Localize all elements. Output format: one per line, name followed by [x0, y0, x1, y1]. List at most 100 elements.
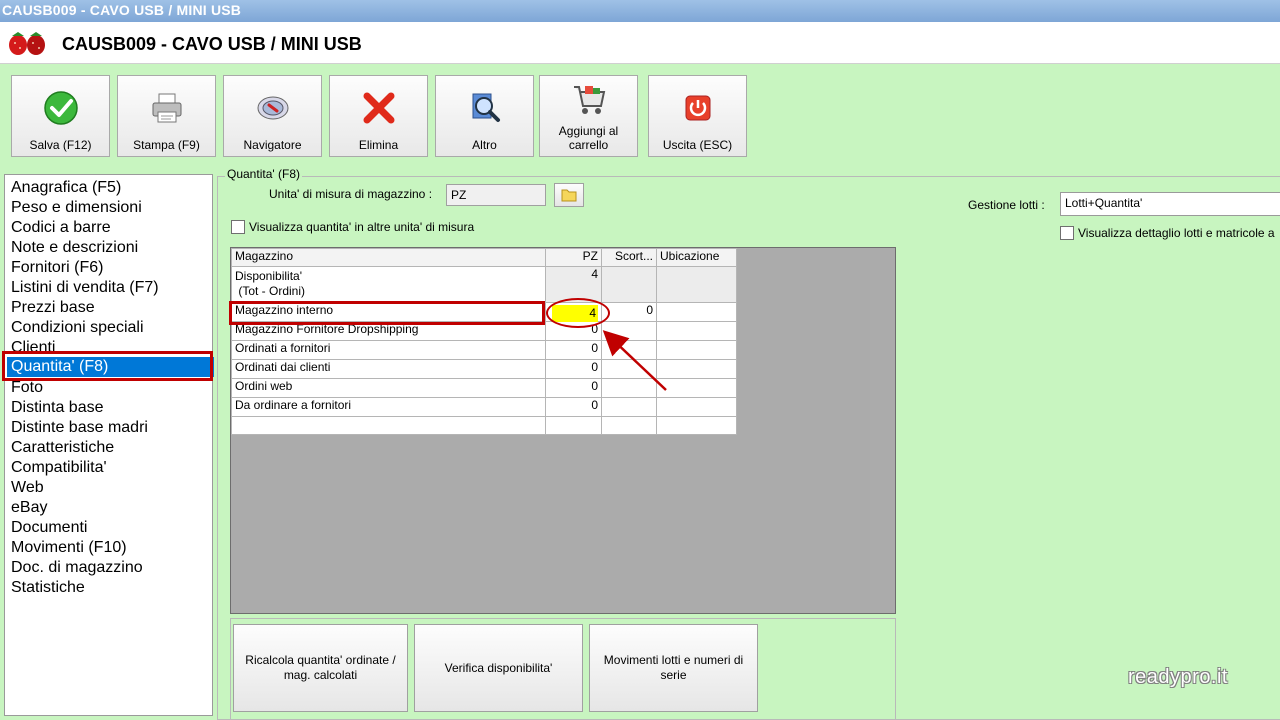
check-availability-button[interactable]: Verifica disponibilita': [414, 624, 583, 712]
row-qty: 0: [545, 378, 602, 398]
row-ubicazione: [656, 340, 737, 360]
empty-cell: [231, 416, 546, 435]
empty-cell: [656, 416, 737, 435]
group-title: Quantita' (F8): [225, 167, 302, 181]
check-icon: [43, 91, 78, 125]
row-ubicazione[interactable]: [656, 302, 737, 322]
add-to-cart-button-label: Aggiungi al carrello: [558, 124, 619, 152]
row-name: Ordinati dai clienti: [231, 359, 546, 379]
show-other-units-checkbox[interactable]: [231, 220, 245, 234]
delete-button[interactable]: Elimina: [329, 75, 428, 157]
compass-icon: [257, 96, 288, 120]
lot-movements-button[interactable]: Movimenti lotti e numeri di serie: [589, 624, 758, 712]
save-button[interactable]: Salva (F12): [11, 75, 110, 157]
other-button[interactable]: Altro: [435, 75, 534, 157]
grid-header-pz[interactable]: PZ: [545, 248, 602, 267]
row-scorta[interactable]: [601, 321, 657, 341]
recalculate-button[interactable]: Ricalcola quantita' ordinate / mag. calc…: [233, 624, 408, 712]
sidebar-item-doc-magazzino[interactable]: Doc. di magazzino: [11, 558, 143, 578]
highlight-oval: [546, 298, 610, 328]
print-button[interactable]: Stampa (F9): [117, 75, 216, 157]
show-lot-detail-checkbox[interactable]: [1060, 226, 1074, 240]
strawberry-logo-icon: [9, 32, 45, 55]
show-other-units-label: Visualizza quantita' in altre unita' di …: [249, 220, 475, 234]
unit-browse-button[interactable]: [554, 183, 584, 207]
row-name: Ordinati a fornitori: [231, 340, 546, 360]
highlight-row-box: [229, 301, 545, 325]
sidebar-item-distinta[interactable]: Distinta base: [11, 398, 104, 418]
table-row: Da ordinare a fornitori 0: [231, 397, 737, 417]
delete-x-icon: [363, 92, 394, 124]
sidebar-item-anagrafica[interactable]: Anagrafica (F5): [11, 178, 121, 198]
row-qty: 0: [545, 397, 602, 417]
row-name: Da ordinare a fornitori: [231, 397, 546, 417]
sidebar-item-distinte-madri[interactable]: Distinte base madri: [11, 418, 148, 438]
watermark: readypro.it: [1128, 666, 1228, 688]
sidebar-item-web[interactable]: Web: [11, 478, 44, 498]
sidebar-item-caratteristiche[interactable]: Caratteristiche: [11, 438, 114, 458]
row-scorta: [601, 266, 657, 303]
sidebar-item-peso[interactable]: Peso e dimensioni: [11, 198, 142, 218]
grid-header-scorta[interactable]: Scort...: [601, 248, 657, 267]
row-ubicazione[interactable]: [656, 321, 737, 341]
exit-button[interactable]: Uscita (ESC): [648, 75, 747, 157]
page-title: CAUSB009 - CAVO USB / MINI USB: [62, 34, 362, 54]
sidebar-item-movimenti[interactable]: Movimenti (F10): [11, 538, 127, 558]
selection-highlight-box: [2, 351, 213, 381]
show-lot-detail-label: Visualizza dettaglio lotti e matricole a: [1078, 226, 1275, 240]
sidebar-item-prezzi[interactable]: Prezzi base: [11, 298, 95, 318]
add-to-cart-button[interactable]: Aggiungi al carrello: [539, 75, 638, 157]
page-header: CAUSB009 - CAVO USB / MINI USB: [0, 22, 1280, 64]
row-name: Ordini web: [231, 378, 546, 398]
grid-header-ubicazione[interactable]: Ubicazione: [656, 248, 737, 267]
row-qty: 0: [545, 359, 602, 379]
row-name: Disponibilita' (Tot - Ordini): [231, 266, 546, 303]
other-button-label: Altro: [472, 138, 497, 152]
warehouse-grid: Magazzino PZ Scort... Ubicazione Disponi…: [231, 248, 737, 435]
row-ubicazione: [656, 266, 737, 303]
printer-icon: [152, 93, 181, 123]
window-title: CAUSB009 - CAVO USB / MINI USB: [2, 2, 242, 18]
sidebar-item-compatibilita[interactable]: Compatibilita': [11, 458, 107, 478]
sidebar-item-listini[interactable]: Listini di vendita (F7): [11, 278, 159, 298]
empty-cell: [601, 416, 657, 435]
unit-of-measure-label: Unita' di misura di magazzino :: [269, 187, 433, 201]
print-button-label: Stampa (F9): [133, 138, 200, 152]
sidebar-item-statistiche[interactable]: Statistiche: [11, 578, 85, 598]
sidebar-item-codici[interactable]: Codici a barre: [11, 218, 111, 238]
sidebar-item-foto[interactable]: Foto: [11, 378, 43, 398]
navigator-button-label: Navigatore: [243, 138, 302, 152]
navigator-button[interactable]: Navigatore: [223, 75, 322, 157]
sidebar-item-fornitori[interactable]: Fornitori (F6): [11, 258, 103, 278]
sidebar-item-ebay[interactable]: eBay: [11, 498, 47, 518]
sidebar-item-documenti[interactable]: Documenti: [11, 518, 87, 538]
folder-icon: [561, 189, 577, 202]
row-qty: 0: [545, 340, 602, 360]
window-title-bar: CAUSB009 - CAVO USB / MINI USB: [0, 0, 1280, 22]
table-row: Ordinati a fornitori 0: [231, 340, 737, 360]
sidebar-item-condizioni[interactable]: Condizioni speciali: [11, 318, 144, 338]
row-scorta: [601, 359, 657, 379]
row-scorta: [601, 378, 657, 398]
table-row-empty: [231, 416, 737, 435]
row-scorta: [601, 340, 657, 360]
lot-management-label: Gestione lotti :: [968, 198, 1045, 212]
row-ubicazione: [656, 378, 737, 398]
row-ubicazione: [656, 397, 737, 417]
save-button-label: Salva (F12): [29, 138, 92, 152]
row-scorta: [601, 397, 657, 417]
exit-button-label: Uscita (ESC): [662, 138, 733, 152]
grid-header-row: Magazzino PZ Scort... Ubicazione: [231, 248, 737, 267]
empty-cell: [545, 416, 602, 435]
table-row: Disponibilita' (Tot - Ordini) 4: [231, 266, 737, 303]
grid-header-magazzino[interactable]: Magazzino: [231, 248, 546, 267]
table-row: Ordini web 0: [231, 378, 737, 398]
cart-icon: [573, 86, 605, 114]
lot-management-field[interactable]: Lotti+Quantita': [1060, 192, 1280, 216]
delete-button-label: Elimina: [358, 138, 399, 152]
power-icon: [685, 95, 710, 121]
sidebar-item-note[interactable]: Note e descrizioni: [11, 238, 138, 258]
unit-of-measure-field[interactable]: PZ: [446, 184, 546, 206]
section-sidebar: Anagrafica (F5) Peso e dimensioni Codici…: [4, 174, 214, 716]
table-row: Ordinati dai clienti 0: [231, 359, 737, 379]
